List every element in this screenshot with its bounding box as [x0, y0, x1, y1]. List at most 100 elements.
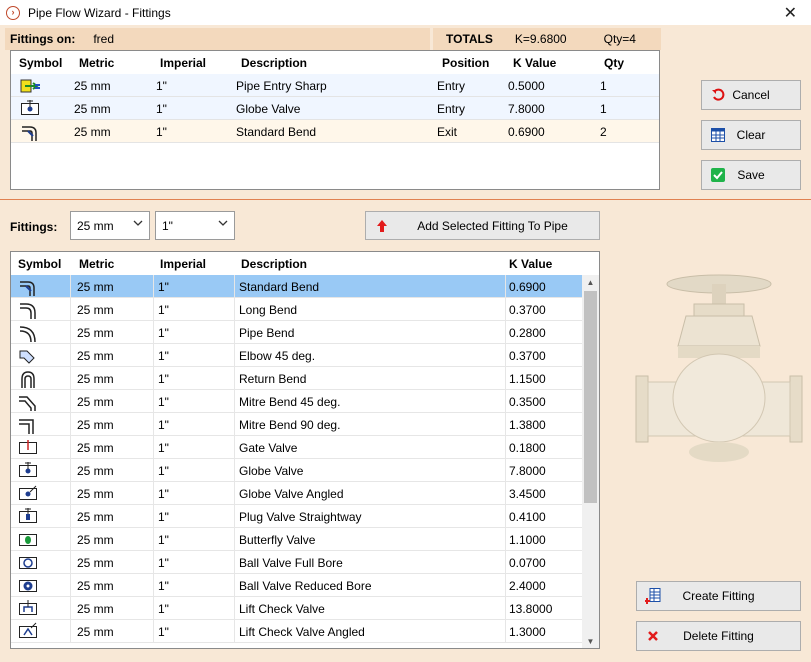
list-item[interactable]: 25 mm 1" Lift Check Valve 13.8000: [11, 597, 582, 620]
description-cell: Plug Valve Straightway: [239, 509, 362, 524]
list-item[interactable]: 25 mm 1" Long Bend 0.3700: [11, 298, 582, 321]
metric-cell: 25 mm: [77, 624, 114, 639]
pipe-name: fred: [93, 32, 115, 46]
description-cell: Pipe Bend: [239, 325, 295, 340]
imperial-cell: 1": [158, 440, 169, 455]
table-row[interactable]: 25 mm 1" Pipe Entry Sharp Entry 0.5000 1: [11, 74, 659, 97]
metric-cell: 25 mm: [77, 394, 114, 409]
globe-valve-icon: [17, 459, 71, 482]
fittings-catalog-table[interactable]: Symbol Metric Imperial Description K Val…: [10, 251, 600, 649]
k-value-cell: 0.1800: [509, 440, 546, 455]
table-row[interactable]: 25 mm 1" Globe Valve Entry 7.8000 1: [11, 97, 659, 120]
lift-check-valve-icon: [17, 597, 71, 620]
list-item[interactable]: 25 mm 1" Gate Valve 0.1800: [11, 436, 582, 459]
description-cell: Lift Check Valve Angled: [239, 624, 365, 639]
imperial-cell: 1": [158, 555, 169, 570]
pipe-fittings-table[interactable]: Symbol Metric Imperial Description Posit…: [10, 50, 660, 190]
metric-cell: 25 mm: [77, 509, 114, 524]
qty-cell: 2: [600, 124, 607, 139]
list-item[interactable]: 25 mm 1" Ball Valve Full Bore 0.0700: [11, 551, 582, 574]
list-item[interactable]: 25 mm 1" Mitre Bend 90 deg. 1.3800: [11, 413, 582, 436]
create-fitting-label: Create Fitting: [682, 589, 755, 603]
col-position: Position: [442, 55, 490, 70]
list-item[interactable]: 25 mm 1" Standard Bend 0.6900: [11, 275, 582, 298]
k-value-cell: 0.4100: [509, 509, 546, 524]
k-value-cell: 0.3700: [509, 348, 546, 363]
description-cell: Globe Valve Angled: [239, 486, 344, 501]
totals-label: TOTALS: [446, 32, 493, 46]
delete-fitting-label: Delete Fitting: [683, 629, 754, 643]
imperial-cell: 1": [156, 78, 167, 93]
qty-cell: 1: [600, 78, 607, 93]
list-item[interactable]: 25 mm 1" Mitre Bend 45 deg. 0.3500: [11, 390, 582, 413]
cancel-label: Cancel: [732, 88, 770, 102]
clear-button[interactable]: Clear: [701, 120, 801, 150]
globe-valve-icon: [19, 97, 59, 120]
list-item[interactable]: 25 mm 1" Globe Valve 7.8000: [11, 459, 582, 482]
list-item[interactable]: 25 mm 1" Globe Valve Angled 3.4500: [11, 482, 582, 505]
k-value-cell: 1.1500: [509, 371, 546, 386]
position-cell: Exit: [437, 124, 458, 139]
chevron-down-icon: [218, 220, 228, 226]
close-icon[interactable]: ✕: [784, 3, 797, 23]
vertical-scrollbar[interactable]: ▲ ▼: [582, 275, 599, 648]
list-item[interactable]: 25 mm 1" Butterfly Valve 1.1000: [11, 528, 582, 551]
app-logo-icon: ›: [6, 5, 20, 20]
total-k-value: K=9.6800: [514, 32, 567, 46]
description-cell: Butterfly Valve: [239, 532, 316, 547]
metric-cell: 25 mm: [77, 486, 114, 501]
imperial-cell: 1": [158, 348, 169, 363]
k-value-cell: 1.3000: [509, 624, 546, 639]
imperial-size-select[interactable]: 1": [155, 211, 235, 240]
col-symbol: Symbol: [18, 256, 62, 271]
k-value-cell: 0.6900: [509, 279, 546, 294]
add-fitting-button[interactable]: Add Selected Fitting To Pipe: [365, 211, 600, 240]
imperial-cell: 1": [158, 509, 169, 524]
scroll-thumb[interactable]: [584, 291, 597, 503]
description-cell: Globe Valve: [236, 101, 301, 116]
add-fitting-label: Add Selected Fitting To Pipe: [417, 218, 568, 233]
scroll-up-icon[interactable]: ▲: [582, 275, 599, 289]
metric-size-select[interactable]: 25 mm: [70, 211, 150, 240]
title-bar: › Pipe Flow Wizard - Fittings ✕: [0, 0, 811, 25]
col-imperial: Imperial: [160, 256, 207, 271]
valve-preview-image: [635, 274, 803, 462]
table-row[interactable]: 25 mm 1" Standard Bend Exit 0.6900 2: [11, 120, 659, 143]
metric-cell: 25 mm: [77, 348, 114, 363]
delete-fitting-button[interactable]: Delete Fitting: [636, 621, 801, 651]
metric-cell: 25 mm: [74, 101, 111, 116]
description-cell: Lift Check Valve: [239, 601, 325, 616]
imperial-cell: 1": [158, 394, 169, 409]
description-cell: Long Bend: [239, 302, 298, 317]
create-fitting-button[interactable]: Create Fitting: [636, 581, 801, 611]
description-cell: Pipe Entry Sharp: [236, 78, 327, 93]
list-item[interactable]: 25 mm 1" Plug Valve Straightway 0.4100: [11, 505, 582, 528]
plug-valve-icon: [17, 505, 71, 528]
list-item[interactable]: 25 mm 1" Elbow 45 deg. 0.3700: [11, 344, 582, 367]
save-button[interactable]: Save: [701, 160, 801, 190]
long-bend-icon: [17, 298, 71, 321]
description-cell: Mitre Bend 45 deg.: [239, 394, 341, 409]
metric-cell: 25 mm: [77, 417, 114, 432]
col-qty: Qty: [604, 55, 625, 70]
list-item[interactable]: 25 mm 1" Ball Valve Reduced Bore 2.4000: [11, 574, 582, 597]
scroll-down-icon[interactable]: ▼: [582, 634, 599, 648]
imperial-cell: 1": [158, 601, 169, 616]
position-cell: Entry: [437, 78, 466, 93]
imperial-cell: 1": [158, 371, 169, 386]
k-value-cell: 2.4000: [509, 578, 546, 593]
list-item[interactable]: 25 mm 1" Lift Check Valve Angled 1.3000: [11, 620, 582, 643]
description-cell: Standard Bend: [239, 279, 320, 294]
list-item[interactable]: 25 mm 1" Pipe Bend 0.2800: [11, 321, 582, 344]
col-description: Description: [241, 55, 308, 70]
imperial-cell: 1": [156, 124, 167, 139]
ball-valve-reduced-icon: [17, 574, 71, 597]
cancel-button[interactable]: Cancel: [701, 80, 801, 110]
standard-bend-icon: [17, 275, 71, 298]
totals-bar: TOTALS K=9.6800 Qty=4: [433, 28, 661, 50]
k-value-cell: 0.0700: [509, 555, 546, 570]
k-value-cell: 1.3800: [509, 417, 546, 432]
col-symbol: Symbol: [19, 55, 63, 70]
pipe-bend-icon: [17, 321, 71, 344]
list-item[interactable]: 25 mm 1" Return Bend 1.1500: [11, 367, 582, 390]
